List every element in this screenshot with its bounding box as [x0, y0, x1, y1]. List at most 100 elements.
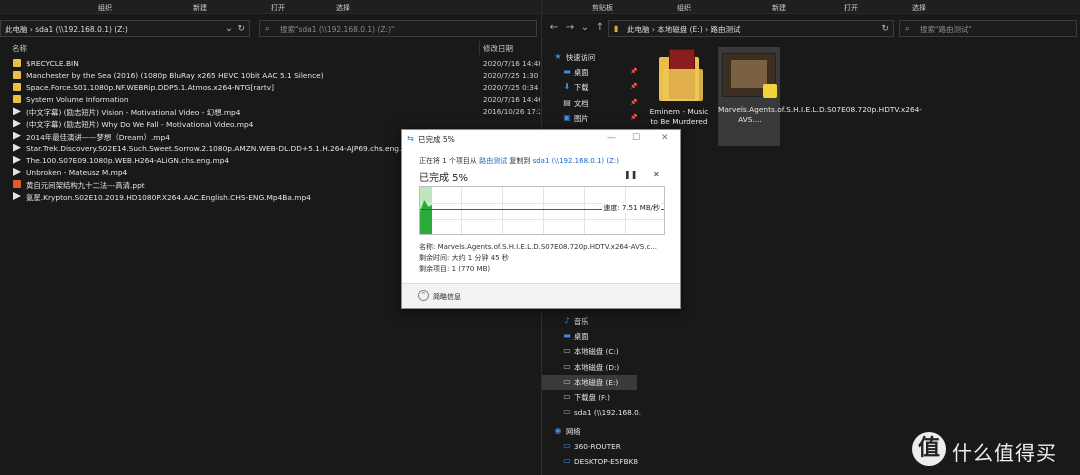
file-row[interactable]: Space.Force.S01.1080p.NF.WEBRip.DDP5.1.A… [0, 82, 540, 94]
fewer-details-button[interactable]: 简略信息 [433, 292, 461, 302]
video-item-label: Marvels.Agents.of.S.H.I.E.L.D.S07E08.720… [718, 105, 923, 124]
forward-arrow-icon[interactable]: → [564, 22, 576, 33]
address-row: ← → ⌄ ↑ ▮ 此电脑 › 本地磁盘 (E:) › 路由测试 ↻ ⌕ 搜索"… [542, 15, 1080, 41]
column-header: 名称 修改日期 [0, 41, 540, 55]
chevron-up-icon[interactable]: ⌃ [418, 290, 429, 301]
pin-icon[interactable]: 📌 [630, 68, 637, 75]
file-name: The.100.S07E09.1080p.WEB.H264-ALiGN.chs.… [26, 155, 230, 165]
column-divider[interactable] [479, 41, 480, 55]
nav-item[interactable]: ▬ 桌面 [542, 329, 637, 344]
minimize-icon[interactable]: — [607, 133, 616, 143]
nav-item[interactable]: ▭ 本地磁盘 (C:) [542, 344, 637, 359]
nav-item[interactable]: ▭ 本地磁盘 (E:) [542, 374, 637, 390]
refresh-icon[interactable]: ↻ [237, 24, 245, 34]
dialog-footer: ⌃ 简略信息 [402, 283, 680, 308]
video-icon [13, 155, 21, 164]
chevron-down-icon[interactable]: ⌄ [223, 23, 235, 34]
ribbon-organize[interactable]: 组织 [98, 3, 112, 13]
nav-item[interactable]: ▭ 本地磁盘 (D:) [542, 360, 637, 375]
pause-icon[interactable]: ❚❚ [624, 170, 637, 179]
network-drive-icon: ▭ [563, 407, 571, 417]
up-arrow-icon[interactable]: ↑ [594, 22, 606, 33]
column-name-header[interactable]: 名称 [12, 43, 27, 54]
folder-thumbnail [659, 49, 703, 101]
ribbon-select[interactable]: 选择 [336, 3, 350, 13]
file-name: Star.Trek.Discovery.S02E14.Such.Sweet.So… [26, 143, 418, 153]
video-icon [13, 131, 21, 140]
folder-icon [13, 71, 21, 80]
search-box[interactable]: ⌕ 搜索"sda1 (\\192.168.0.1) (Z:)" [259, 20, 537, 37]
items-remaining-line: 剩余项目: 1 (770 MB) [419, 265, 491, 273]
nav-item[interactable]: ▬ 桌面 📌 [542, 65, 637, 80]
nav-item[interactable]: ◉ 网络 [542, 424, 637, 439]
refresh-icon[interactable]: ↻ [881, 24, 889, 34]
watermark-logo: 值 [912, 432, 946, 466]
folder-icon [13, 83, 21, 92]
ribbon-open[interactable]: 打开 [844, 3, 858, 13]
ribbon-new[interactable]: 新建 [193, 3, 207, 13]
ribbon-clipboard[interactable]: 剪贴板 [592, 3, 613, 13]
nav-item[interactable]: ★ 快速访问 [542, 50, 637, 65]
column-date-header[interactable]: 修改日期 [483, 43, 513, 54]
file-row[interactable]: Manchester by the Sea (2016) (1080p BluR… [0, 70, 540, 82]
history-chevron-icon[interactable]: ⌄ [579, 22, 591, 33]
search-box[interactable]: ⌕ 搜索"路由测试" [899, 20, 1077, 37]
nav-item-label: 本地磁盘 (C:) [574, 347, 619, 357]
back-arrow-icon[interactable]: ← [548, 22, 560, 33]
navigation-pane: ★ 快速访问 ▬ 桌面 📌 ⬇ 下载 📌 ▤ 文档 📌 ▣ 图片 📌 [542, 50, 637, 126]
nav-item[interactable]: ⬇ 下载 📌 [542, 80, 638, 95]
destination-link[interactable]: sda1 (\\192.168.0.1) (Z:) [533, 157, 619, 165]
speed-label: 速度: 7.51 MB/秒 [602, 203, 661, 213]
video-icon [13, 119, 21, 128]
copy-description: 正在将 1 个项目从 路由测试 复制到 sda1 (\\192.168.0.1)… [419, 156, 619, 166]
ribbon-open[interactable]: 打开 [271, 3, 285, 13]
nav-item-label: 360-ROUTER [574, 442, 621, 452]
nav-item-label: 下载 [574, 83, 589, 93]
video-icon [13, 167, 21, 176]
file-row[interactable]: System Volume Information 2020/7/16 14:46 [0, 94, 540, 106]
address-bar[interactable]: ▮ 此电脑 › 本地磁盘 (E:) › 路由测试 ↻ [608, 20, 894, 37]
nav-item-label: 文档 [574, 98, 589, 108]
close-icon[interactable]: ✕ [661, 133, 669, 143]
drive-icon: ▭ [563, 361, 571, 371]
file-name: (中文字幕) (励志短片) Why Do We Fall - Motivatio… [26, 120, 254, 130]
search-icon: ⌕ [905, 24, 910, 33]
file-date: 2020/7/25 0:34 [483, 83, 539, 93]
file-row[interactable]: (中文字幕) (励志短片) Vision - Motivational Vide… [0, 106, 540, 118]
watermark-text: 什么值得买 [952, 441, 1057, 465]
search-icon: ⌕ [265, 24, 270, 33]
file-name-line: 名称: Marvels.Agents.of.S.H.I.E.L.D.S07E08… [419, 243, 657, 251]
ribbon-organize[interactable]: 组织 [677, 3, 691, 13]
ribbon-new[interactable]: 新建 [772, 3, 786, 13]
search-placeholder: 搜索"路由测试" [920, 25, 972, 34]
file-name: (中文字幕) (励志短片) Vision - Motivational Vide… [26, 108, 241, 118]
computer-icon: ▭ [563, 456, 571, 466]
nav-item-label: 网络 [566, 427, 581, 436]
file-row[interactable]: $RECYCLE.BIN 2020/7/16 14:48 [0, 58, 540, 70]
pin-icon[interactable]: 📌 [630, 83, 637, 90]
nav-item[interactable]: ▭ 下载盘 (F:) [542, 390, 637, 405]
source-link[interactable]: 路由测试 [479, 157, 507, 165]
nav-item[interactable]: ▭ 360-ROUTER [542, 439, 637, 454]
nav-item[interactable]: ▣ 图片 📌 [542, 111, 637, 126]
nav-item-label: sda1 (\\192.168.0. [574, 408, 642, 418]
video-thumbnail [722, 53, 777, 98]
nav-item[interactable]: ▤ 文档 📌 [542, 96, 637, 111]
copy-progress-dialog: ⇆ 已完成 5% — ☐ ✕ 正在将 1 个项目从 路由测试 复制到 sda1 … [401, 129, 681, 309]
pin-icon[interactable]: 📌 [630, 114, 637, 121]
nav-item[interactable]: ♪ 音乐 [542, 314, 637, 329]
video-icon [13, 143, 21, 152]
ribbon-select[interactable]: 选择 [912, 3, 926, 13]
folder-icon [13, 95, 21, 104]
cancel-icon[interactable]: ✕ [653, 170, 660, 179]
pin-icon[interactable]: 📌 [630, 99, 637, 106]
watermark: 值 什么值得买 [912, 432, 1072, 466]
folder-icon [13, 59, 21, 67]
star-icon: ★ [554, 52, 562, 61]
file-date: 2020/7/16 14:46 [483, 95, 540, 105]
maximize-icon[interactable]: ☐ [632, 133, 640, 143]
nav-item[interactable]: ▭ DESKTOP-E5FBK8 [542, 454, 638, 469]
nav-item[interactable]: ▭ sda1 (\\192.168.0. [542, 405, 641, 420]
address-bar[interactable]: 此电脑 › sda1 (\\192.168.0.1) (Z:) ⌄ ↻ [0, 20, 250, 37]
address-text: 此电脑 › 本地磁盘 (E:) › 路由测试 [627, 25, 741, 34]
